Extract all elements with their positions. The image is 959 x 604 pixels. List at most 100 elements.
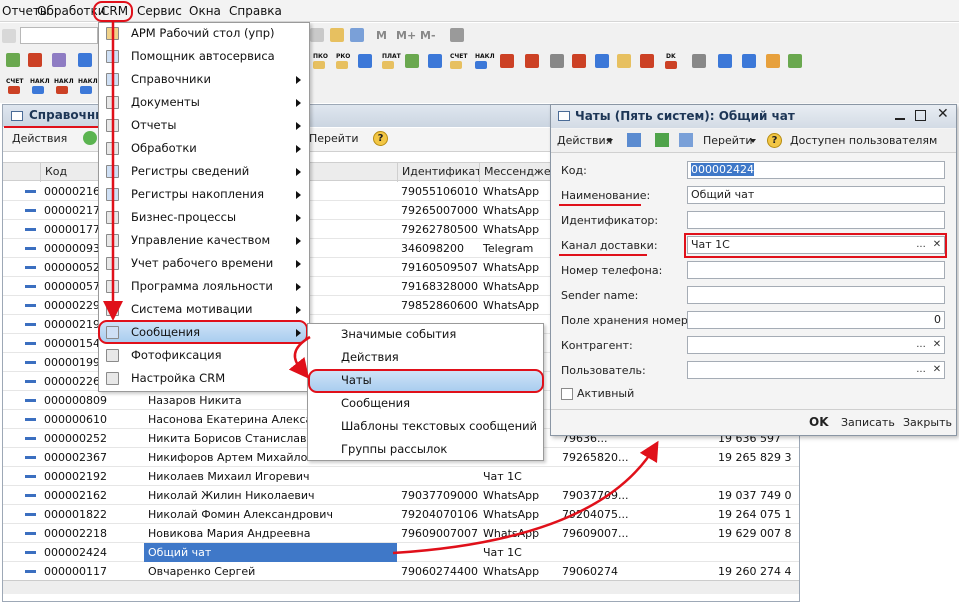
submenu-actions[interactable]: Действия [341,346,399,369]
name-field[interactable]: Общий чат [687,186,945,204]
submenu-significant-events[interactable]: Значимые события [341,323,456,346]
table-row[interactable]: 000002218 Новикова Мария Андреевна 7960900… [3,524,799,543]
close-button[interactable]: Закрыть [903,416,952,429]
dialog-goto-menu[interactable]: Перейти [703,134,753,147]
crm-menu-item[interactable]: Регистры накопления [99,183,309,206]
menu-windows[interactable]: Окна [189,0,221,22]
toolbar-icon[interactable] [617,54,631,68]
col-identifier[interactable]: Идентификат... [397,163,479,182]
crm-menu-item[interactable]: Документы [99,91,309,114]
refresh-icon[interactable] [655,133,669,147]
close-icon[interactable]: ✕ [937,106,949,122]
users-icon[interactable] [766,54,780,68]
sender-field[interactable] [687,286,945,304]
clear-icon[interactable]: ✕ [930,338,944,352]
code-field[interactable]: 000002424 [687,161,945,179]
crm-menu-item[interactable]: Бизнес-процессы [99,206,309,229]
toolbar-search-input[interactable] [20,27,98,44]
crm-menu-item[interactable]: Фотофиксация [99,344,309,367]
list-goto-menu[interactable]: Перейти [309,132,359,145]
submenu-chats[interactable]: Чаты [341,369,372,392]
toolbar-icon[interactable] [310,28,324,42]
submenu-mailing-groups[interactable]: Группы рассылок [341,438,447,461]
crm-menu-item[interactable]: Регистры сведений [99,160,309,183]
select-button[interactable]: ... [914,363,928,377]
nakl-icon[interactable] [475,61,487,69]
crm-menu-item[interactable]: Обработки [99,137,309,160]
crm-menu-item[interactable]: Система мотивации [99,298,309,321]
contractor-field[interactable]: ... ✕ [687,336,945,354]
book-icon[interactable] [718,54,732,68]
schet-icon[interactable] [450,61,462,69]
toolbar-icon[interactable] [6,53,20,67]
crm-menu-item[interactable]: Справочники [99,68,309,91]
toolbar-icon[interactable] [500,54,514,68]
phone-field[interactable] [687,261,945,279]
chart-icon[interactable] [595,54,609,68]
crm-menu-item[interactable]: Отчеты [99,114,309,137]
menu-service[interactable]: Сервис [137,0,182,22]
toolbar-icon[interactable] [525,54,539,68]
table-row[interactable]: 000001822 Николай Фомин Александрович 7920… [3,505,799,524]
add-icon[interactable] [83,131,97,145]
active-checkbox[interactable] [561,388,573,400]
help-icon[interactable]: ? [767,133,782,148]
pko-icon[interactable] [313,61,325,69]
col-messenger[interactable]: Мессенджер [479,163,558,182]
menu-help[interactable]: Справка [229,0,282,22]
storage-field[interactable]: 0 [687,311,945,329]
user-icon[interactable] [788,54,802,68]
list-actions-menu[interactable]: Действия [12,132,67,145]
toolbar-icon[interactable] [572,54,586,68]
select-button[interactable]: ... [914,338,928,352]
clear-icon[interactable]: ✕ [930,363,944,377]
available-to-users-button[interactable]: Доступен пользователям [790,134,937,147]
crm-menu-item[interactable]: Программа лояльности [99,275,309,298]
memory-plus-button[interactable]: M+ [396,29,416,42]
crm-menu-item[interactable]: Помощник автосервиса [99,45,309,68]
save-icon[interactable] [627,133,641,147]
crm-menu-item[interactable]: АРМ Рабочий стол (упр) [99,22,309,45]
table-row[interactable]: 000000117 Овчаренко Сергей 79060274400 What… [3,562,799,581]
crm-menu-item[interactable]: Учет рабочего времени [99,252,309,275]
memory-m-button[interactable]: M [376,29,387,42]
schet-icon[interactable] [8,86,20,94]
nakl-icon[interactable] [32,86,44,94]
submenu-messages[interactable]: Сообщения [341,392,410,415]
tools-icon[interactable] [450,28,464,42]
toolbar-icon[interactable] [428,54,442,68]
nakl-icon[interactable] [80,86,92,94]
copy-icon[interactable] [679,133,693,147]
calendar-icon[interactable] [330,28,344,42]
user-field[interactable]: ... ✕ [687,361,945,379]
toolbar-icon[interactable] [52,53,66,67]
toolbar-icon[interactable] [358,54,372,68]
nakl-icon[interactable] [56,86,68,94]
plat-icon[interactable] [382,61,394,69]
table-row[interactable]: 000002424 Общий чат Чат 1С [3,543,799,562]
table-row[interactable]: 000002192 Николаев Михаил Игоревич Чат 1С [3,467,799,486]
toolbar-icon[interactable] [2,29,16,43]
save-button[interactable]: Записать [841,416,895,429]
horizontal-scrollbar[interactable] [3,580,799,594]
minimize-icon[interactable] [895,118,905,120]
help-icon[interactable]: ? [373,131,388,146]
toolbar-icon[interactable] [28,53,42,67]
toolbar-icon[interactable] [550,54,564,68]
dialog-actions-menu[interactable]: Действия [557,134,612,147]
table-row[interactable]: 000002162 Николай Жилин Николаевич 7903770… [3,486,799,505]
channel-field[interactable]: Чат 1С ... ✕ [687,236,945,254]
ok-button[interactable]: OK [809,415,829,429]
memory-minus-button[interactable]: M- [420,29,436,42]
megaphone-icon[interactable] [692,54,706,68]
crm-menu-item[interactable]: Настройка CRM [99,367,309,390]
submenu-text-templates[interactable]: Шаблоны текстовых сообщений [341,415,537,438]
toolbar-icon[interactable] [640,54,654,68]
toolbar-icon[interactable] [405,54,419,68]
toolbar-icon[interactable] [742,54,756,68]
rko-icon[interactable] [336,61,348,69]
identifier-field[interactable] [687,211,945,229]
toolbar-icon[interactable] [350,28,364,42]
select-button[interactable]: ... [914,238,928,252]
maximize-icon[interactable] [915,110,926,121]
